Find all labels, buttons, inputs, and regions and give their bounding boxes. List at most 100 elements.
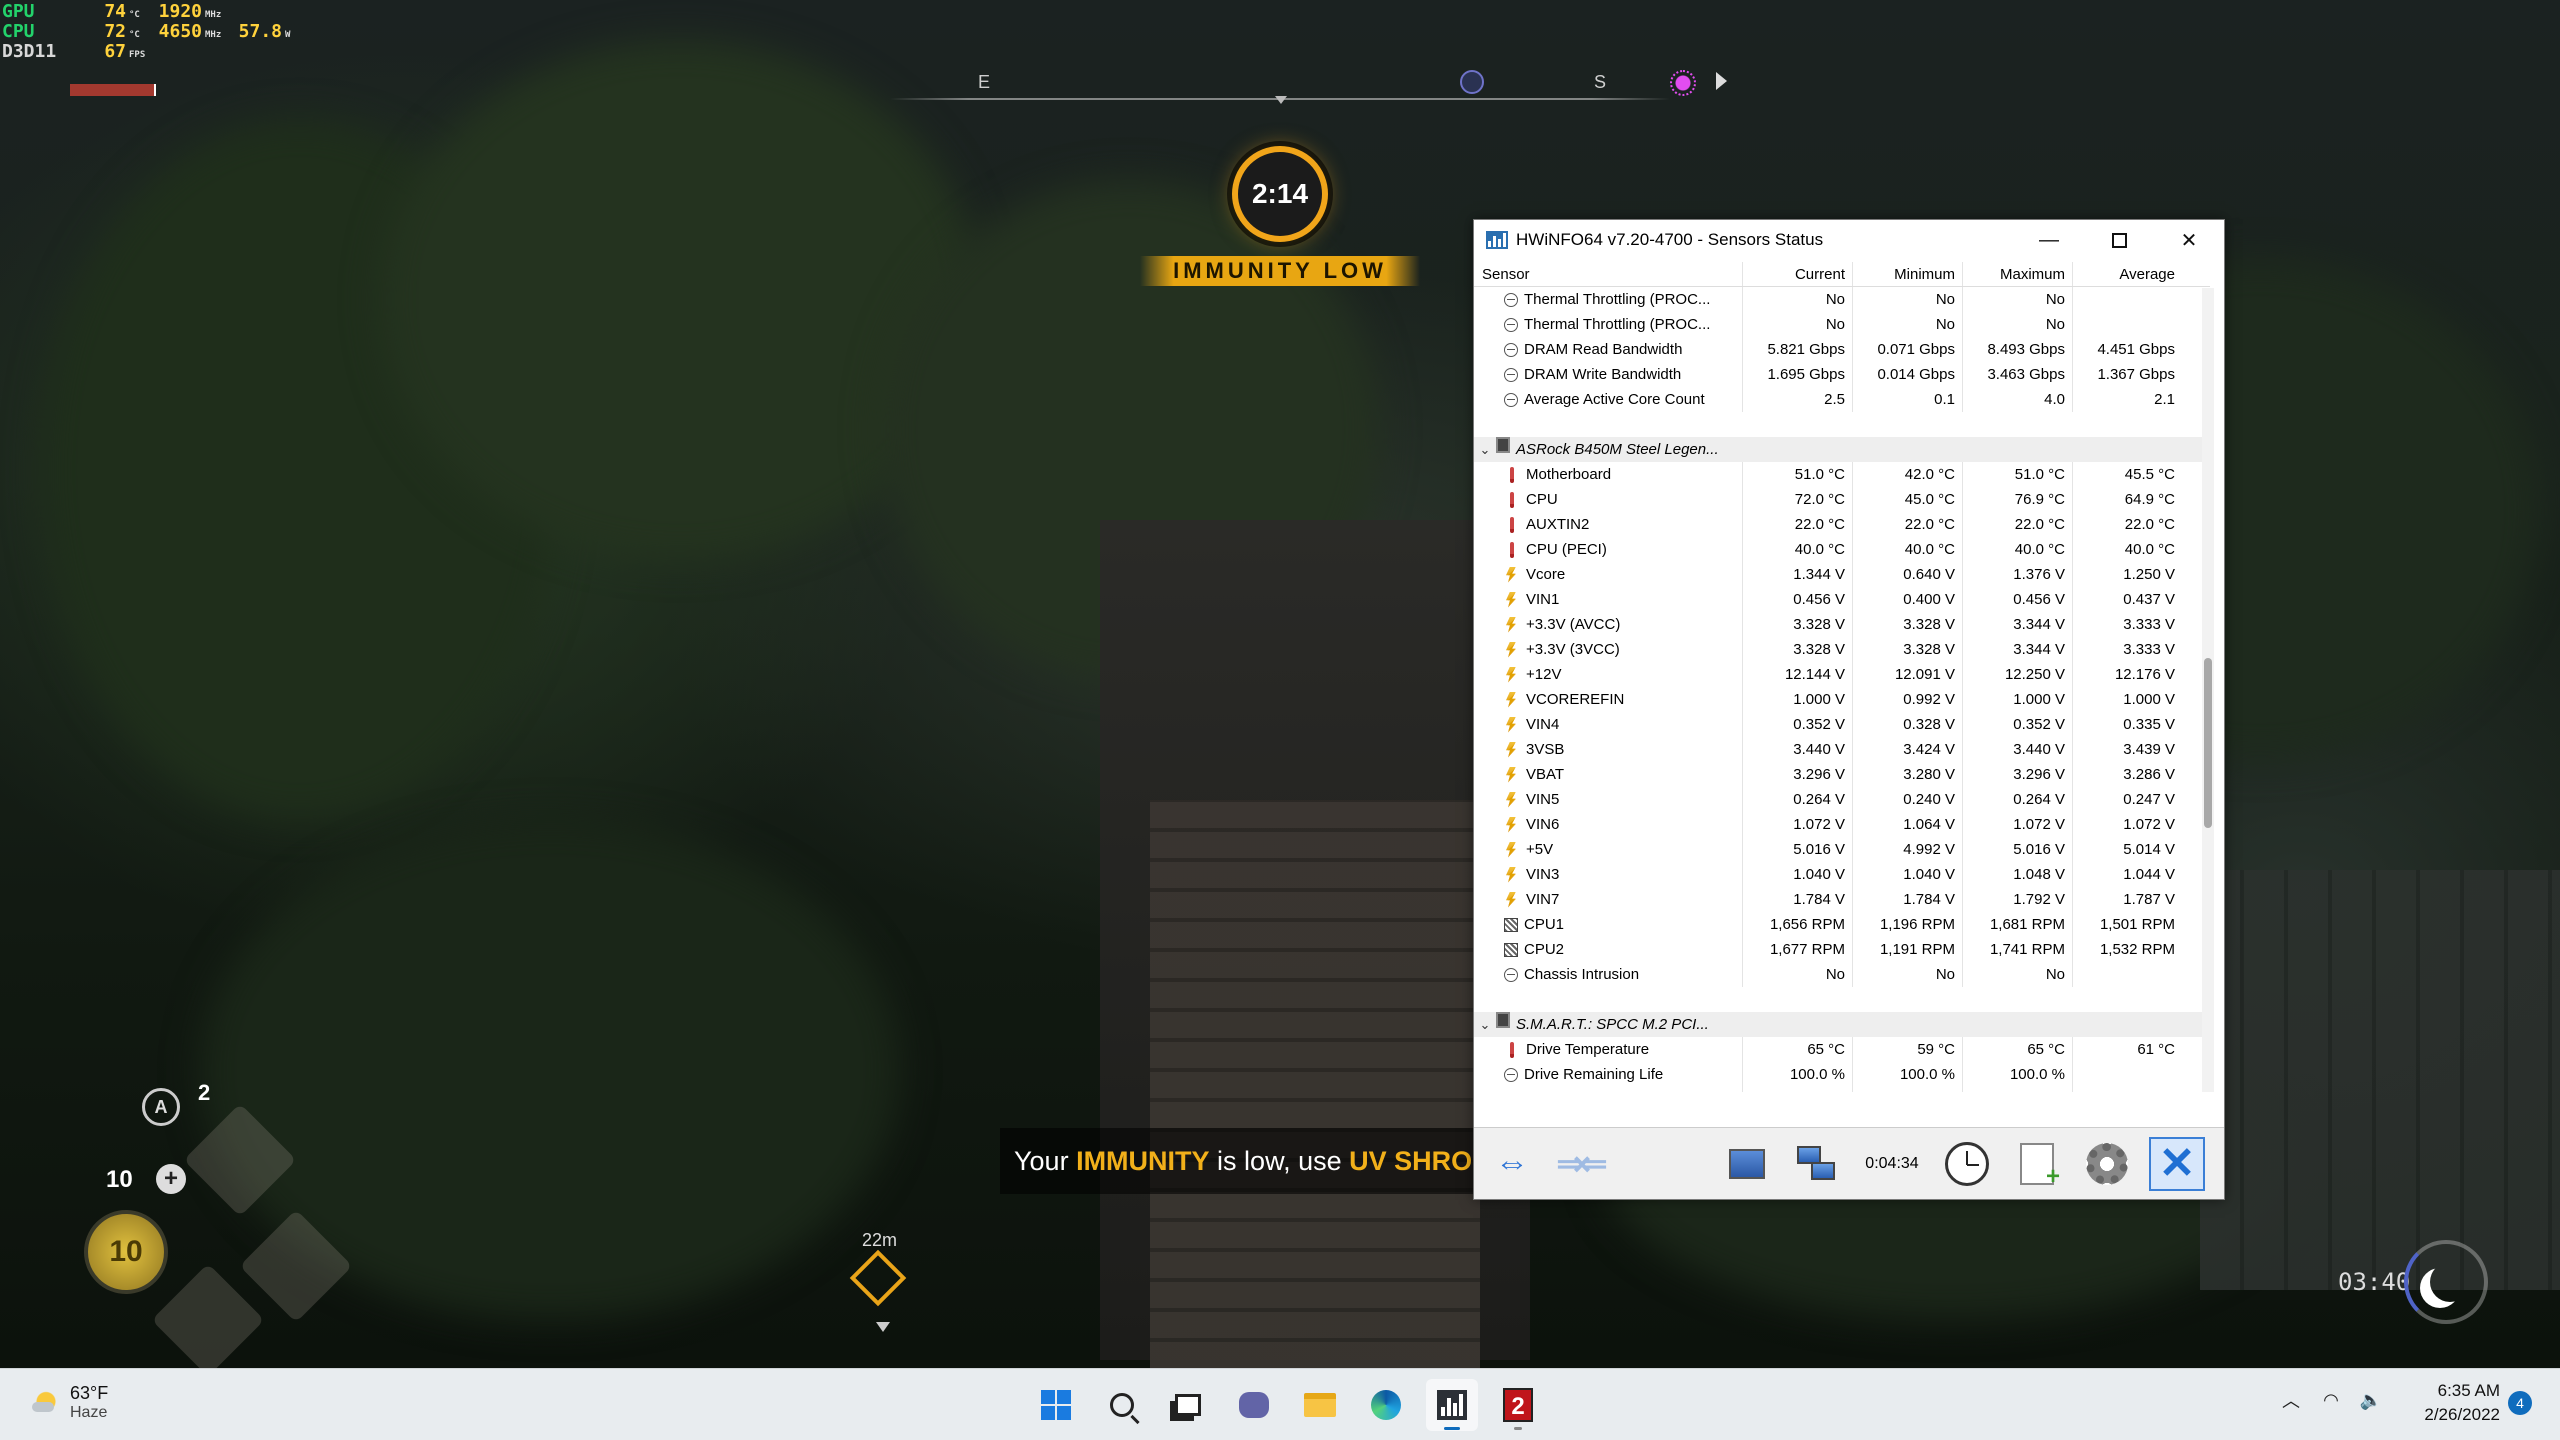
sensor-name-cell: +12V: [1474, 662, 1742, 687]
sensor-row[interactable]: 3VSB 3.440 V 3.424 V 3.440 V 3.439 V: [1474, 737, 2210, 762]
hwinfo-taskbar-button[interactable]: [1426, 1379, 1478, 1431]
sensor-table[interactable]: Sensor Current Minimum Maximum Average T…: [1474, 262, 2210, 1092]
sensor-row[interactable]: VIN4 0.352 V 0.328 V 0.352 V 0.335 V: [1474, 712, 2210, 737]
sensor-row[interactable]: CPU2 1,677 RPM 1,191 RPM 1,741 RPM 1,532 RPM: [1474, 937, 2210, 962]
wifi-icon[interactable]: ◠: [2320, 1389, 2342, 1411]
sensor-name: DRAM Write Bandwidth: [1524, 366, 1682, 383]
osd-value: 57.8: [238, 21, 282, 42]
sensor-name: Thermal Throttling (PROC...: [1524, 316, 1711, 333]
lightning-icon: [1506, 716, 1516, 733]
expand-all-button[interactable]: ⇔: [1480, 1137, 1538, 1191]
status-icon: [1504, 292, 1518, 307]
sensor-row[interactable]: +3.3V (AVCC) 3.328 V 3.328 V 3.344 V 3.333 V: [1474, 612, 2210, 637]
minimize-button[interactable]: —: [2014, 220, 2084, 260]
sensor-row[interactable]: Chassis Intrusion No No No: [1474, 962, 2210, 987]
sensor-row[interactable]: CPU (PECI) 40.0 °C 40.0 °C 40.0 °C 40.0 °C: [1474, 537, 2210, 562]
dying-light-2-icon: 2: [1503, 1388, 1533, 1422]
sensor-row[interactable]: Drive Temperature 65 °C 59 °C 65 °C 61 °C: [1474, 1037, 2210, 1062]
sensor-row[interactable]: VIN6 1.072 V 1.064 V 1.072 V 1.072 V: [1474, 812, 2210, 837]
sensor-minimum: 0.240 V: [1852, 787, 1962, 812]
sensor-name-cell: CPU: [1474, 487, 1742, 512]
sensor-row[interactable]: VIN1 0.456 V 0.400 V 0.456 V 0.437 V: [1474, 587, 2210, 612]
sensor-row[interactable]: DRAM Write Bandwidth 1.695 Gbps 0.014 Gbps…: [1474, 362, 2210, 387]
speaker-icon[interactable]: 🔈: [2360, 1389, 2382, 1411]
sensor-maximum: No: [1962, 962, 2072, 987]
sensor-row[interactable]: VIN7 1.784 V 1.784 V 1.792 V 1.787 V: [1474, 887, 2210, 912]
settings-button[interactable]: [2078, 1137, 2136, 1191]
column-header-maximum[interactable]: Maximum: [1962, 262, 2072, 286]
scrollbar-thumb[interactable]: [2204, 658, 2212, 828]
column-header-current[interactable]: Current: [1742, 262, 1852, 286]
chat-button[interactable]: [1228, 1379, 1280, 1431]
chevron-down-icon[interactable]: ⌄: [1474, 437, 1496, 462]
dying-light-2-button[interactable]: 2: [1492, 1379, 1544, 1431]
sensor-name: Motherboard: [1526, 466, 1612, 483]
sensor-group-row[interactable]: ⌄ ASRock B450M Steel Legen...: [1474, 437, 2210, 462]
sensor-name: VCOREREFIN: [1526, 691, 1625, 708]
chevron-down-icon[interactable]: ⌄: [1474, 1012, 1496, 1037]
sensor-row[interactable]: VIN5 0.264 V 0.240 V 0.264 V 0.247 V: [1474, 787, 2210, 812]
weather-widget[interactable]: 63°F Haze: [28, 1383, 108, 1422]
maximize-button[interactable]: [2084, 220, 2154, 260]
sensor-row[interactable]: Thermal Throttling (PROC... No No No: [1474, 287, 2210, 312]
task-view-button[interactable]: [1162, 1379, 1214, 1431]
sensor-row[interactable]: VIN3 1.040 V 1.040 V 1.048 V 1.044 V: [1474, 862, 2210, 887]
sensor-table-scrollbar[interactable]: [2202, 288, 2214, 1092]
sensor-name: VIN4: [1526, 716, 1560, 733]
immunity-low-banner: IMMUNITY LOW: [1140, 256, 1420, 286]
sensor-minimum: 0.640 V: [1852, 562, 1962, 587]
coin-icon: 10: [84, 1210, 168, 1294]
sensor-minimum: 0.992 V: [1852, 687, 1962, 712]
sensor-row[interactable]: AUXTIN2 22.0 °C 22.0 °C 22.0 °C 22.0 °C: [1474, 512, 2210, 537]
sensor-row[interactable]: Average Active Core Count 2.5 0.1 4.0 2.1: [1474, 387, 2210, 412]
file-explorer-button[interactable]: [1294, 1379, 1346, 1431]
start-button[interactable]: [1030, 1379, 1082, 1431]
sensor-name: Drive Failure: [1524, 1087, 1609, 1092]
brick-wall: [1150, 800, 1480, 1368]
sensor-row[interactable]: +3.3V (3VCC) 3.328 V 3.328 V 3.344 V 3.333 V: [1474, 637, 2210, 662]
edge-button[interactable]: [1360, 1379, 1412, 1431]
sensor-minimum: 3.280 V: [1852, 762, 1962, 787]
search-button[interactable]: [1096, 1379, 1148, 1431]
column-header-minimum[interactable]: Minimum: [1852, 262, 1962, 286]
sensor-row[interactable]: Drive Remaining Life 100.0 % 100.0 % 100.0 …: [1474, 1062, 2210, 1087]
logging-button[interactable]: [2008, 1137, 2066, 1191]
sensor-minimum: 1.784 V: [1852, 887, 1962, 912]
sensor-minimum: No: [1852, 1087, 1962, 1092]
sensor-name-cell: Drive Remaining Life: [1474, 1062, 1742, 1087]
sensor-row[interactable]: +12V 12.144 V 12.091 V 12.250 V 12.176 V: [1474, 662, 2210, 687]
sensor-maximum: 22.0 °C: [1962, 512, 2072, 537]
hwinfo-toolbar: ⇔ ⇒⇐ 0:04:34 ✕: [1474, 1127, 2224, 1199]
thermometer-icon: [1510, 491, 1514, 508]
sensor-row[interactable]: Thermal Throttling (PROC... No No No: [1474, 312, 2210, 337]
sensor-row[interactable]: Motherboard 51.0 °C 42.0 °C 51.0 °C 45.5 °C: [1474, 462, 2210, 487]
column-header-average[interactable]: Average: [2072, 262, 2182, 286]
compass-east: E: [978, 72, 991, 92]
sensor-row[interactable]: Vcore 1.344 V 0.640 V 1.376 V 1.250 V: [1474, 562, 2210, 587]
sensor-average: 1.000 V: [2072, 687, 2182, 712]
sensor-group-row[interactable]: ⌄ S.M.A.R.T.: SPCC M.2 PCI...: [1474, 1012, 2210, 1037]
osd-row: GPU 74 °C 1920 MHz: [2, 2, 302, 22]
sensor-row[interactable]: +5V 5.016 V 4.992 V 5.016 V 5.014 V: [1474, 837, 2210, 862]
sensor-row[interactable]: VCOREREFIN 1.000 V 0.992 V 1.000 V 1.000 V: [1474, 687, 2210, 712]
sensor-minimum: 42.0 °C: [1852, 462, 1962, 487]
chevron-up-icon[interactable]: ︿: [2280, 1389, 2302, 1411]
reset-timer-button[interactable]: [1938, 1137, 1996, 1191]
hwinfo-sensors-window[interactable]: HWiNFO64 v7.20-4700 - Sensors Status — ✕…: [1473, 219, 2225, 1200]
osd-unit: W: [285, 30, 291, 40]
network-button[interactable]: [1788, 1137, 1846, 1191]
window-titlebar[interactable]: HWiNFO64 v7.20-4700 - Sensors Status — ✕: [1474, 220, 2224, 260]
sensor-row[interactable]: CPU 72.0 °C 45.0 °C 76.9 °C 64.9 °C: [1474, 487, 2210, 512]
collapse-all-button[interactable]: ⇒⇐: [1550, 1137, 1608, 1191]
sensor-row[interactable]: Drive FailureNoNoNo: [1474, 1087, 2210, 1092]
sensor-row[interactable]: CPU1 1,656 RPM 1,196 RPM 1,681 RPM 1,501 RPM: [1474, 912, 2210, 937]
notification-badge[interactable]: 4: [2508, 1391, 2532, 1415]
system-summary-button[interactable]: [1718, 1137, 1776, 1191]
close-button[interactable]: ✕: [2154, 220, 2224, 260]
sensor-name: VIN7: [1526, 891, 1560, 908]
column-header-sensor[interactable]: Sensor: [1474, 262, 1742, 286]
sensor-row[interactable]: DRAM Read Bandwidth 5.821 Gbps 0.071 Gbps 8…: [1474, 337, 2210, 362]
sensor-row[interactable]: VBAT 3.296 V 3.280 V 3.296 V 3.286 V: [1474, 762, 2210, 787]
exit-button[interactable]: ✕: [2148, 1136, 2206, 1191]
taskbar-clock[interactable]: 6:35 AM 2/26/2022: [2408, 1379, 2500, 1427]
